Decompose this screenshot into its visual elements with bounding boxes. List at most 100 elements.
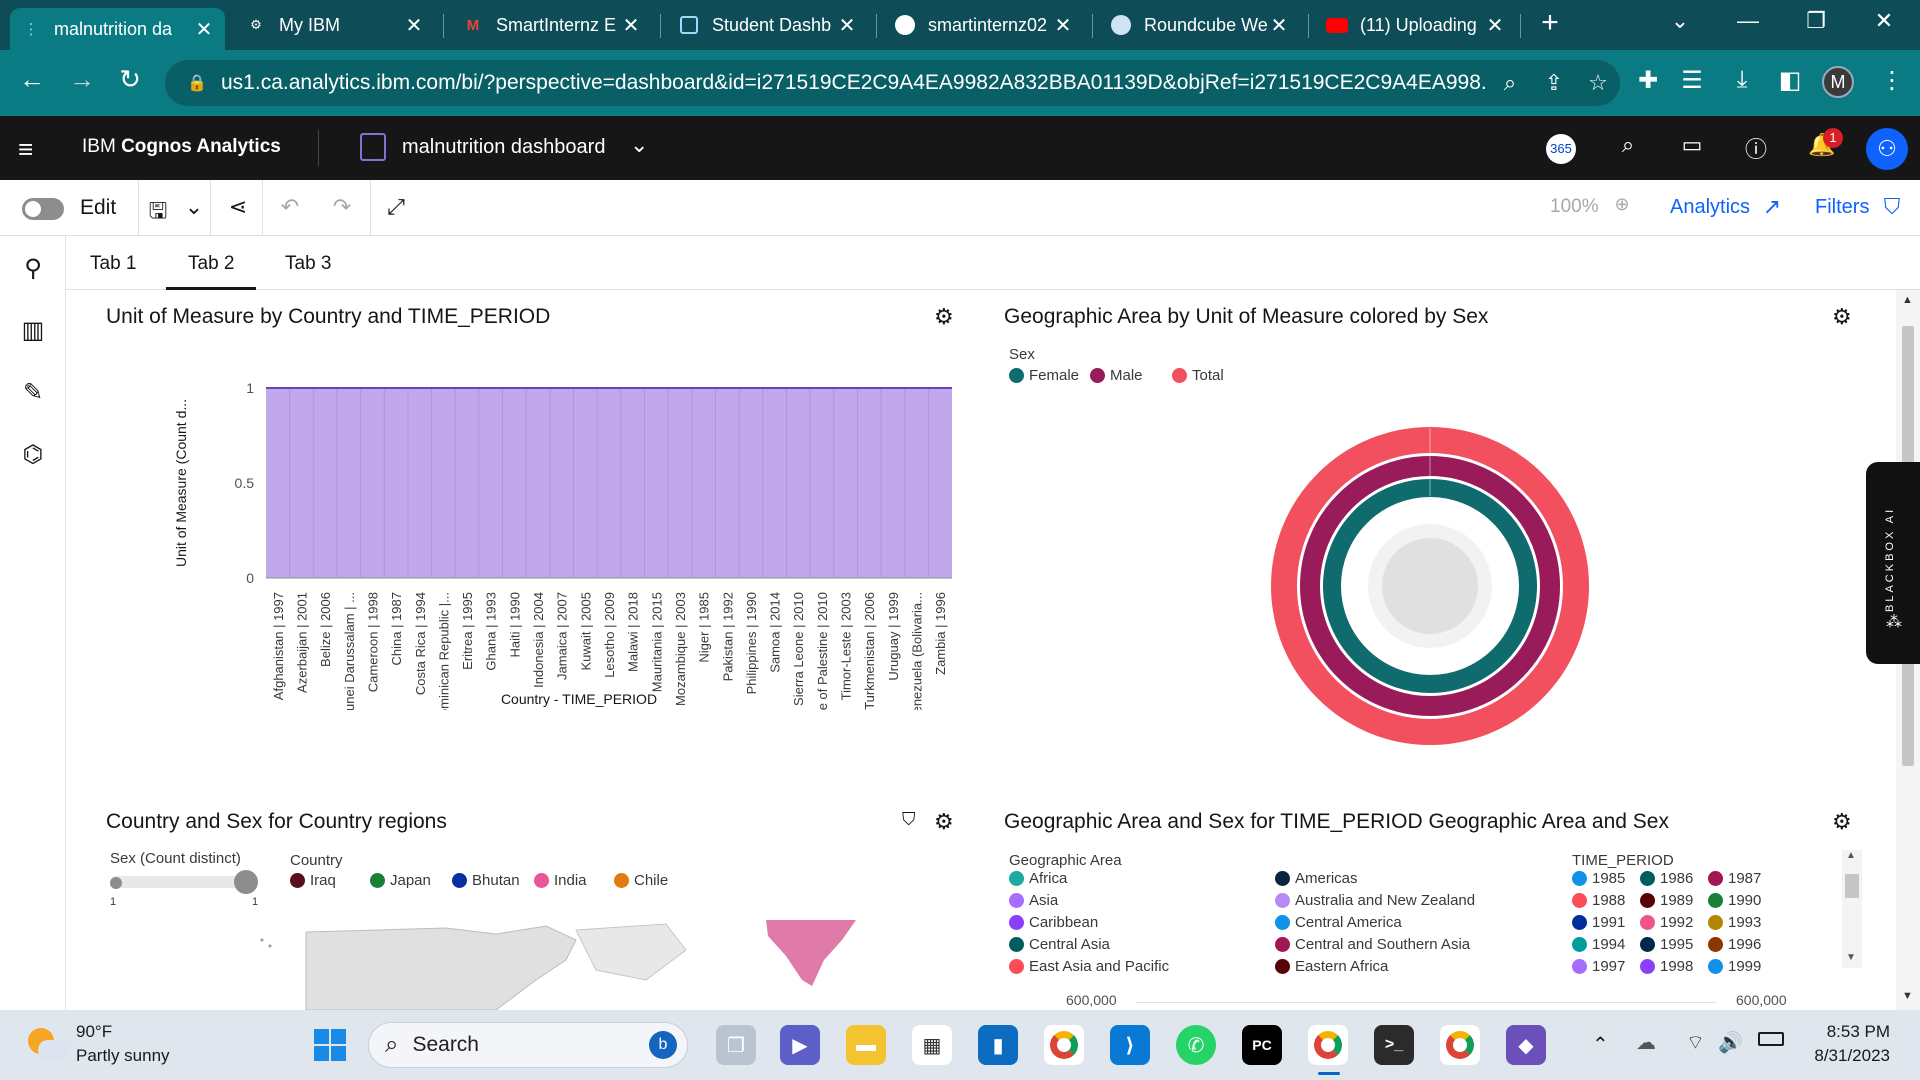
legend-item-time[interactable]: 1993	[1708, 914, 1761, 931]
legend-item-geo[interactable]: Central America	[1275, 914, 1402, 931]
new-tab-button[interactable]: +	[1530, 6, 1570, 40]
terminal-icon[interactable]: >_	[1374, 1025, 1414, 1065]
volume-icon[interactable]: 🔊	[1718, 1030, 1743, 1055]
share-icon[interactable]: ⋖	[222, 194, 254, 222]
legend-item-geo[interactable]: Americas	[1275, 870, 1358, 887]
size-slider-min-handle[interactable]	[110, 877, 122, 889]
browser-tab-github[interactable]: smartinternz02 ✕	[884, 6, 1084, 44]
chrome-profile-icon[interactable]	[1308, 1025, 1348, 1065]
scroll-down-icon[interactable]: ▼	[1902, 990, 1913, 1002]
widgets-tools-icon[interactable]: ✎	[17, 378, 49, 410]
legend-item-geo[interactable]: Caribbean	[1009, 914, 1098, 931]
size-slider-max-handle[interactable]	[234, 870, 258, 894]
close-tab-icon[interactable]: ✕	[620, 13, 642, 38]
hamburger-menu-icon[interactable]: ≡	[18, 134, 33, 165]
legend-item-time[interactable]: 1987	[1708, 870, 1761, 887]
scroll-thumb[interactable]	[1845, 874, 1859, 898]
search-page-icon[interactable]: ⌕	[1488, 70, 1532, 96]
legend-item-geo[interactable]: Central and Southern Asia	[1275, 936, 1470, 953]
legend-item-chile[interactable]: Chile	[614, 872, 668, 889]
legend-item-time[interactable]: 1991	[1572, 914, 1625, 931]
legend-item-geo[interactable]: Asia	[1009, 892, 1058, 909]
save-menu-chevron-icon[interactable]: ⌄	[178, 194, 210, 222]
map-landmass[interactable]	[575, 923, 687, 981]
widget-settings-icon[interactable]: ⚙	[934, 809, 954, 835]
wifi-icon[interactable]: ⌔	[1686, 1030, 1705, 1055]
browser-menu-icon[interactable]: ⋮	[1872, 66, 1912, 95]
edit-toggle[interactable]	[22, 198, 64, 220]
help-icon[interactable]: ⓘ	[1740, 132, 1772, 164]
legend-item-geo[interactable]: Australia and New Zealand	[1275, 892, 1475, 909]
legend-item-female[interactable]: Female	[1009, 367, 1079, 384]
microsoft-store-icon[interactable]: ▦	[912, 1025, 952, 1065]
tab-2[interactable]: Tab 2	[166, 253, 257, 290]
widget-settings-icon[interactable]: ⚙	[1832, 304, 1852, 330]
legend-item-total[interactable]: Total	[1172, 367, 1224, 384]
analytics-button[interactable]: Analytics	[1670, 196, 1750, 219]
legend-item-time[interactable]: 1989	[1640, 892, 1693, 909]
reload-icon[interactable]: ↻	[110, 64, 150, 95]
share-icon[interactable]: ⇪	[1532, 70, 1576, 96]
close-tab-icon[interactable]: ✕	[1484, 13, 1506, 38]
tab-1[interactable]: Tab 1	[90, 253, 136, 275]
widget-settings-icon[interactable]: ⚙	[1832, 809, 1852, 835]
legend-item-time[interactable]: 1996	[1708, 936, 1761, 953]
badge-365-icon[interactable]: 365	[1546, 134, 1576, 164]
legend-item-india[interactable]: India	[534, 872, 587, 889]
close-tab-icon[interactable]: ✕	[836, 13, 858, 38]
legend-item-iraq[interactable]: Iraq	[290, 872, 336, 889]
legend-item-time[interactable]: 1985	[1572, 870, 1625, 887]
scroll-up-icon[interactable]: ▲	[1846, 850, 1856, 861]
pycharm-icon[interactable]: PC	[1242, 1025, 1282, 1065]
filters-button[interactable]: Filters	[1815, 196, 1869, 219]
undo-icon[interactable]: ↶	[274, 194, 306, 222]
redo-icon[interactable]: ↷	[326, 194, 358, 222]
chevron-down-icon[interactable]: ⌄	[630, 132, 648, 158]
legend-item-time[interactable]: 1990	[1708, 892, 1761, 909]
minimize-icon[interactable]: —	[1728, 8, 1768, 34]
legend-scrollbar[interactable]: ▲ ▼	[1842, 850, 1862, 968]
search-icon[interactable]: ⌕	[1612, 132, 1644, 164]
close-tab-icon[interactable]: ✕	[1052, 13, 1074, 38]
taskbar-search[interactable]: ⌕ Search b	[368, 1022, 688, 1068]
legend-item-japan[interactable]: Japan	[370, 872, 431, 889]
browser-tab-youtube[interactable]: (11) Uploading ✕	[1316, 6, 1516, 44]
whatsapp-icon[interactable]: ✆	[1176, 1025, 1216, 1065]
browser-tab-roundcube[interactable]: Roundcube We ✕	[1100, 6, 1300, 44]
teams-chat-icon[interactable]: ▶	[780, 1025, 820, 1065]
legend-item-time[interactable]: 1992	[1640, 914, 1693, 931]
chat-icon[interactable]: ▭	[1676, 132, 1708, 164]
profile-avatar[interactable]: M	[1822, 66, 1854, 98]
legend-item-geo[interactable]: Central Asia	[1009, 936, 1110, 953]
legend-item-geo[interactable]: East Asia and Pacific	[1009, 958, 1169, 975]
scroll-up-icon[interactable]: ▲	[1902, 294, 1913, 306]
legend-item-time[interactable]: 1988	[1572, 892, 1625, 909]
media-icon[interactable]: ☰	[1672, 66, 1712, 95]
legend-item-time[interactable]: 1986	[1640, 870, 1693, 887]
expand-icon[interactable]: ⤢	[380, 194, 412, 222]
tab-search-icon[interactable]: ⌄	[1660, 8, 1700, 34]
show-hidden-icons-chevron[interactable]: ⌃	[1592, 1032, 1609, 1057]
close-tab-icon[interactable]: ✕	[403, 13, 425, 38]
browser-tab-malnutrition[interactable]: ⋮ malnutrition da ✕	[10, 8, 225, 50]
legend-item-time[interactable]: 1997	[1572, 958, 1625, 975]
clock-date[interactable]: 8/31/2023	[1800, 1046, 1890, 1066]
legend-item-geo[interactable]: Eastern Africa	[1275, 958, 1388, 975]
chrome-alt-icon[interactable]	[1440, 1025, 1480, 1065]
restore-icon[interactable]: ❐	[1796, 8, 1836, 34]
download-icon[interactable]: ⤓	[1722, 66, 1762, 94]
zoom-icon[interactable]: ⊕	[1606, 194, 1638, 222]
legend-item-bhutan[interactable]: Bhutan	[452, 872, 520, 889]
save-icon[interactable]: 🖫	[142, 194, 174, 223]
map-landmass[interactable]	[305, 925, 577, 1010]
browser-tab-myibm[interactable]: ⚙ My IBM ✕	[235, 6, 435, 44]
windows-start-icon[interactable]	[310, 1025, 350, 1065]
user-avatar-icon[interactable]: ⚇	[1866, 128, 1908, 170]
visualizations-icon[interactable]: ▥	[17, 316, 49, 348]
legend-item-time[interactable]: 1998	[1640, 958, 1693, 975]
clock-time[interactable]: 8:53 PM	[1820, 1022, 1890, 1042]
tab-3[interactable]: Tab 3	[285, 253, 331, 275]
scroll-down-icon[interactable]: ▼	[1846, 952, 1856, 963]
close-tab-icon[interactable]: ✕	[193, 17, 215, 42]
chrome-icon[interactable]	[1044, 1025, 1084, 1065]
